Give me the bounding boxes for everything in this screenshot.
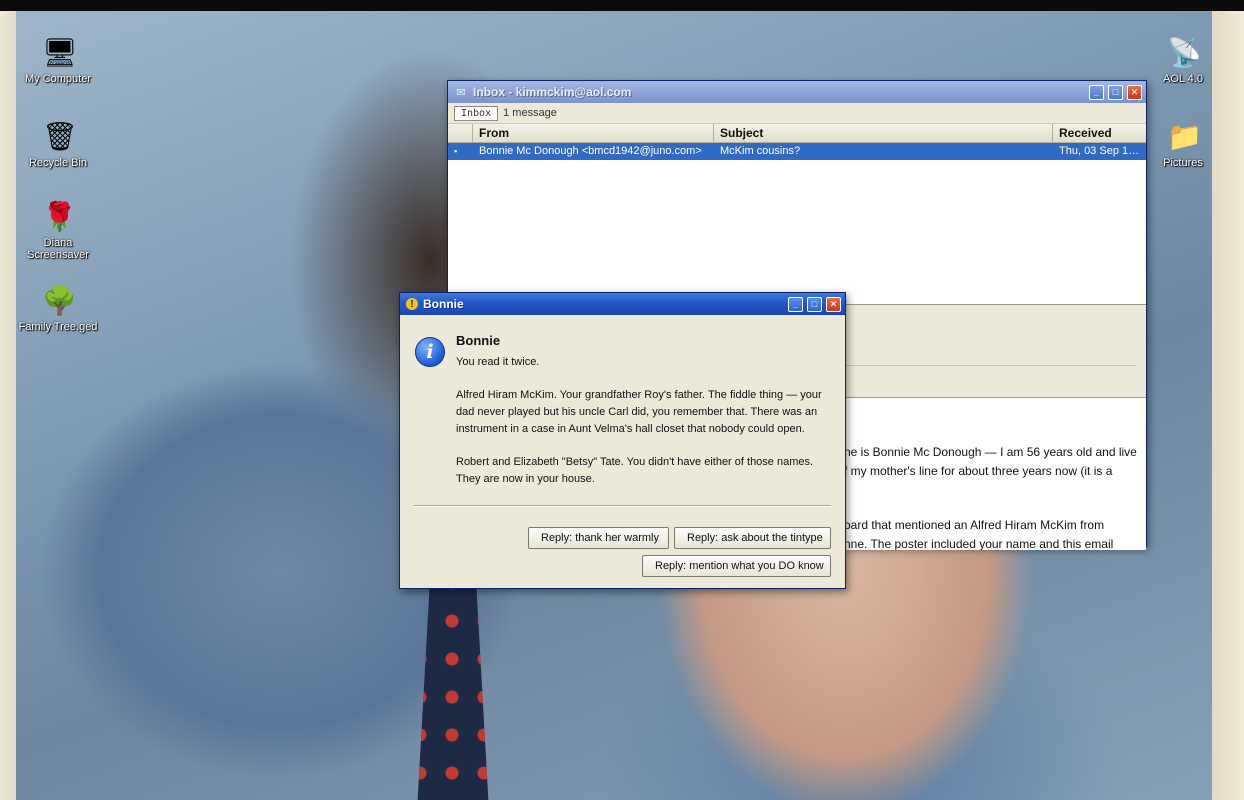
- minimize-button[interactable]: _: [788, 296, 803, 312]
- message-list[interactable]: From Subject Received ▪ Bonnie Mc Donoug…: [448, 124, 1146, 305]
- column-header-subject[interactable]: Subject: [714, 124, 1053, 142]
- message-count: 1 message: [503, 107, 557, 119]
- my-computer-desktop-icon[interactable]: 🖥 My Computer: [18, 37, 98, 85]
- aol-desktop-icon[interactable]: 📡 AOL 4.0: [1143, 37, 1223, 85]
- column-header-flag[interactable]: [448, 124, 473, 142]
- message-body-line: oard that mentioned an Alfred Hiram McKi…: [844, 518, 1105, 532]
- message-row[interactable]: ▪ Bonnie Mc Donough <bmcd1942@juno.com> …: [448, 143, 1146, 160]
- desktop-icon-label: My Computer: [24, 73, 92, 85]
- inbox-titlebar[interactable]: ✉ Inbox - kimmckim@aol.com _ □ ✕: [448, 81, 1146, 103]
- minimize-button[interactable]: _: [1089, 84, 1104, 100]
- desktop-icon-label: Family Tree.ged: [18, 321, 98, 333]
- family-tree-desktop-icon[interactable]: 🌳 Family Tree.ged: [18, 285, 98, 333]
- dialog-heading: Bonnie: [456, 333, 501, 348]
- message-received: Thu, 03 Sep 1…: [1059, 145, 1140, 157]
- dialog-separator: [414, 505, 831, 507]
- message-from: Bonnie Mc Donough <bmcd1942@juno.com>: [479, 145, 702, 157]
- inbox-window-title: Inbox - kimmckim@aol.com: [473, 85, 632, 99]
- message-subject: McKim cousins?: [720, 145, 801, 157]
- dialog-window-title: Bonnie: [423, 297, 464, 311]
- dialog-paragraph: Robert and Elizabeth "Betsy" Tate. You d…: [456, 456, 814, 485]
- desktop: 🖥 My Computer 🗑 Recycle Bin 🌹 Diana Scre…: [0, 11, 1244, 800]
- rose-icon: 🌹: [42, 201, 77, 232]
- dialog-message: Bonnie You read it twice. Alfred Hiram M…: [456, 333, 836, 504]
- dialog-paragraph: Alfred Hiram McKim. Your grandfather Roy…: [456, 389, 822, 435]
- pictures-desktop-icon[interactable]: 📁 Pictures: [1143, 121, 1223, 169]
- warning-icon: !: [406, 298, 418, 310]
- diana-screensaver-desktop-icon[interactable]: 🌹 Diana Screensaver: [18, 201, 98, 261]
- photo-border-left: [0, 11, 16, 800]
- close-button[interactable]: ✕: [1127, 84, 1142, 100]
- desktop-icon-label: AOL 4.0: [1163, 73, 1203, 85]
- message-list-header: From Subject Received: [448, 124, 1146, 143]
- maximize-button[interactable]: □: [807, 296, 822, 312]
- desktop-icon-label: Diana Screensaver: [27, 237, 89, 261]
- computer-icon: 🖥: [42, 37, 78, 68]
- close-button[interactable]: ✕: [826, 296, 841, 312]
- recycle-bin-desktop-icon[interactable]: 🗑 Recycle Bin: [18, 121, 98, 169]
- trash-icon: 🗑: [42, 121, 78, 152]
- message-body-line: nne. The poster included your name and t…: [844, 537, 1114, 550]
- info-icon: i: [415, 337, 445, 367]
- column-header-from[interactable]: From: [473, 124, 714, 142]
- dialog-titlebar[interactable]: ! Bonnie _ □ ✕: [400, 293, 845, 315]
- tree-icon: 🌳: [42, 285, 77, 316]
- bonnie-dialog[interactable]: ! Bonnie _ □ ✕ i Bonnie You read it twic…: [399, 292, 846, 589]
- message-status-icon: ▪: [454, 146, 458, 156]
- message-body-line: ne is Bonnie Mc Donough — I am 56 years …: [844, 445, 1137, 459]
- envelope-icon: ✉: [456, 86, 466, 99]
- folder-icon: 📁: [1167, 121, 1202, 152]
- reply-mention-know-button[interactable]: Reply: mention what you DO know: [642, 555, 831, 577]
- satellite-dish-icon: 📡: [1167, 37, 1202, 68]
- maximize-button[interactable]: □: [1108, 84, 1123, 100]
- inbox-toolbar: Inbox 1 message: [448, 103, 1146, 124]
- message-body-line: f my mother's line for about three years…: [844, 464, 1113, 478]
- desktop-icon-label: Recycle Bin: [28, 157, 88, 169]
- desktop-icon-label: Pictures: [1163, 157, 1203, 169]
- reply-thank-warmly-button[interactable]: Reply: thank her warmly: [528, 527, 669, 549]
- reply-ask-tintype-button[interactable]: Reply: ask about the tintype: [674, 527, 831, 549]
- folder-button-inbox[interactable]: Inbox: [454, 105, 499, 121]
- dialog-paragraph: You read it twice.: [456, 356, 540, 368]
- wallpaper-tie: [417, 571, 489, 800]
- header-divider: [844, 365, 1136, 366]
- column-header-received[interactable]: Received: [1053, 124, 1146, 142]
